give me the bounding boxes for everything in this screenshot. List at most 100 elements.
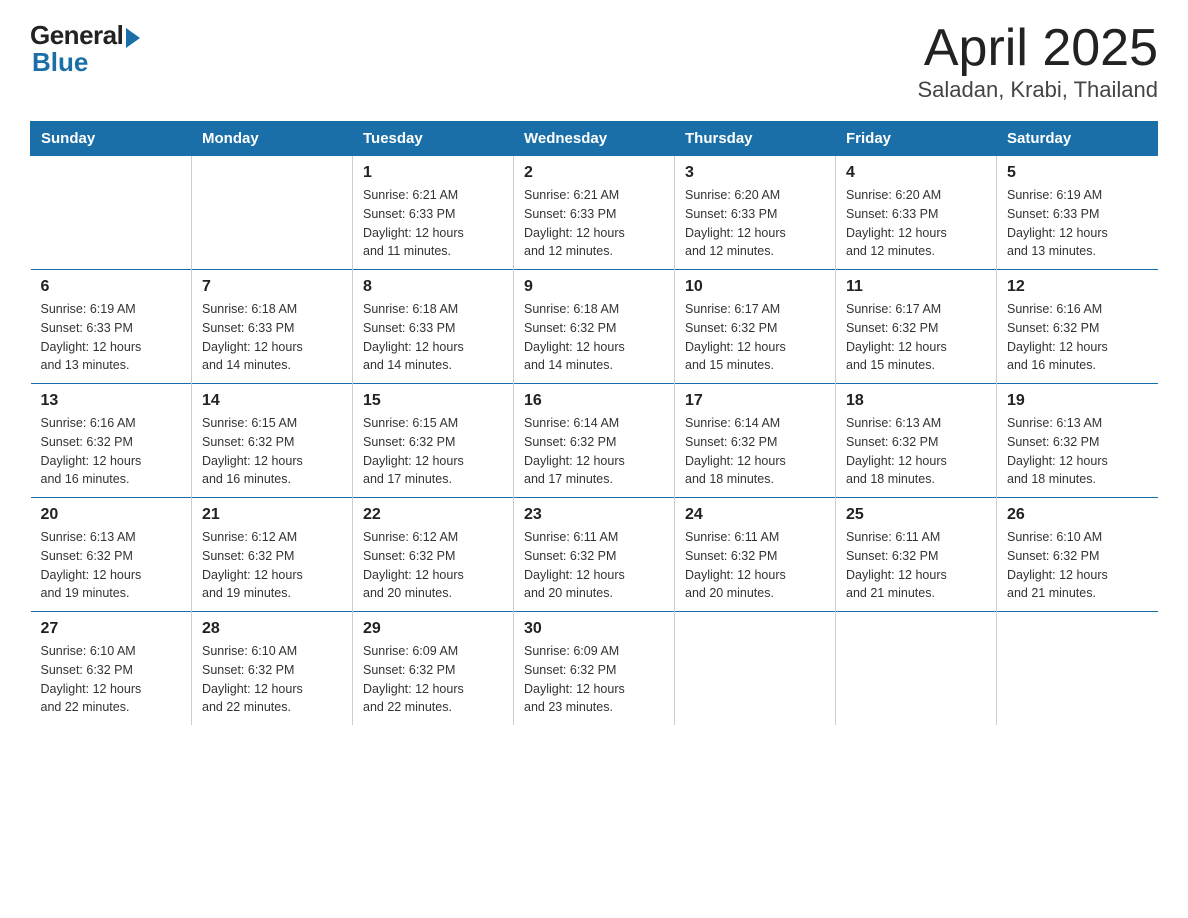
day-number: 2 <box>524 164 664 182</box>
day-detail: Sunrise: 6:19 AM Sunset: 6:33 PM Dayligh… <box>1007 186 1148 261</box>
day-detail: Sunrise: 6:18 AM Sunset: 6:33 PM Dayligh… <box>363 300 503 375</box>
day-detail: Sunrise: 6:12 AM Sunset: 6:32 PM Dayligh… <box>363 528 503 603</box>
day-number: 18 <box>846 392 986 410</box>
day-number: 21 <box>202 506 342 524</box>
day-number: 25 <box>846 506 986 524</box>
day-number: 26 <box>1007 506 1148 524</box>
calendar-cell: 23Sunrise: 6:11 AM Sunset: 6:32 PM Dayli… <box>514 498 675 612</box>
day-number: 27 <box>41 620 182 638</box>
calendar-cell: 18 Sunrise: 6:13 AM Sunset: 6:32 PM Dayli… <box>836 384 997 498</box>
calendar-cell: 2 Sunrise: 6:21 AM Sunset: 6:33 PM Daylig… <box>514 156 675 270</box>
calendar-cell: 6 Sunrise: 6:19 AM Sunset: 6:33 PM Daylig… <box>31 270 192 384</box>
day-number: 22 <box>363 506 503 524</box>
calendar-cell: 21 Sunrise: 6:12 AM Sunset: 6:32 PM Dayli… <box>192 498 353 612</box>
day-detail: Sunrise: 6:21 AM Sunset: 6:33 PM Dayligh… <box>363 186 503 261</box>
header-tuesday: Tuesday <box>353 122 514 156</box>
day-number: 10 <box>685 278 825 296</box>
calendar-cell: 8 Sunrise: 6:18 AM Sunset: 6:33 PM Daylig… <box>353 270 514 384</box>
day-detail: Sunrise: 6:13 AM Sunset: 6:32 PM Dayligh… <box>1007 414 1148 489</box>
day-detail: Sunrise: 6:09 AM Sunset: 6:32 PM Dayligh… <box>363 642 503 717</box>
day-detail: Sunrise: 6:14 AM Sunset: 6:32 PM Dayligh… <box>685 414 825 489</box>
day-detail: Sunrise: 6:12 AM Sunset: 6:32 PM Dayligh… <box>202 528 342 603</box>
day-detail: Sunrise: 6:19 AM Sunset: 6:33 PM Dayligh… <box>41 300 182 375</box>
header-monday: Monday <box>192 122 353 156</box>
calendar-cell: 11Sunrise: 6:17 AM Sunset: 6:32 PM Dayli… <box>836 270 997 384</box>
header-sunday: Sunday <box>31 122 192 156</box>
day-detail: Sunrise: 6:20 AM Sunset: 6:33 PM Dayligh… <box>846 186 986 261</box>
day-detail: Sunrise: 6:11 AM Sunset: 6:32 PM Dayligh… <box>846 528 986 603</box>
calendar-week-row: 1 Sunrise: 6:21 AM Sunset: 6:33 PM Daylig… <box>31 156 1158 270</box>
calendar-cell <box>192 156 353 270</box>
logo-blue-text: Blue <box>32 47 88 78</box>
calendar-cell: 14Sunrise: 6:15 AM Sunset: 6:32 PM Dayli… <box>192 384 353 498</box>
header-saturday: Saturday <box>997 122 1158 156</box>
calendar-cell: 12 Sunrise: 6:16 AM Sunset: 6:32 PM Dayli… <box>997 270 1158 384</box>
calendar-header: Sunday Monday Tuesday Wednesday Thursday… <box>31 122 1158 156</box>
header-friday: Friday <box>836 122 997 156</box>
day-number: 9 <box>524 278 664 296</box>
day-detail: Sunrise: 6:20 AM Sunset: 6:33 PM Dayligh… <box>685 186 825 261</box>
calendar-cell <box>997 612 1158 726</box>
day-detail: Sunrise: 6:16 AM Sunset: 6:32 PM Dayligh… <box>41 414 182 489</box>
logo: General Blue <box>30 20 140 78</box>
day-detail: Sunrise: 6:16 AM Sunset: 6:32 PM Dayligh… <box>1007 300 1148 375</box>
calendar-week-row: 6 Sunrise: 6:19 AM Sunset: 6:33 PM Daylig… <box>31 270 1158 384</box>
calendar-cell: 17Sunrise: 6:14 AM Sunset: 6:32 PM Dayli… <box>675 384 836 498</box>
day-detail: Sunrise: 6:13 AM Sunset: 6:32 PM Dayligh… <box>846 414 986 489</box>
day-number: 4 <box>846 164 986 182</box>
calendar-table: Sunday Monday Tuesday Wednesday Thursday… <box>30 121 1158 725</box>
calendar-cell: 30Sunrise: 6:09 AM Sunset: 6:32 PM Dayli… <box>514 612 675 726</box>
calendar-cell <box>675 612 836 726</box>
day-detail: Sunrise: 6:21 AM Sunset: 6:33 PM Dayligh… <box>524 186 664 261</box>
day-detail: Sunrise: 6:18 AM Sunset: 6:32 PM Dayligh… <box>524 300 664 375</box>
day-number: 29 <box>363 620 503 638</box>
day-detail: Sunrise: 6:15 AM Sunset: 6:32 PM Dayligh… <box>363 414 503 489</box>
calendar-cell: 7Sunrise: 6:18 AM Sunset: 6:33 PM Daylig… <box>192 270 353 384</box>
calendar-cell: 4 Sunrise: 6:20 AM Sunset: 6:33 PM Daylig… <box>836 156 997 270</box>
day-number: 20 <box>41 506 182 524</box>
day-number: 3 <box>685 164 825 182</box>
day-number: 1 <box>363 164 503 182</box>
day-detail: Sunrise: 6:10 AM Sunset: 6:32 PM Dayligh… <box>41 642 182 717</box>
header-wednesday: Wednesday <box>514 122 675 156</box>
day-number: 8 <box>363 278 503 296</box>
calendar-title: April 2025 <box>917 20 1158 77</box>
calendar-cell: 15 Sunrise: 6:15 AM Sunset: 6:32 PM Dayli… <box>353 384 514 498</box>
day-detail: Sunrise: 6:15 AM Sunset: 6:32 PM Dayligh… <box>202 414 342 489</box>
calendar-body: 1 Sunrise: 6:21 AM Sunset: 6:33 PM Daylig… <box>31 156 1158 726</box>
day-number: 15 <box>363 392 503 410</box>
day-number: 5 <box>1007 164 1148 182</box>
calendar-week-row: 20 Sunrise: 6:13 AM Sunset: 6:32 PM Dayli… <box>31 498 1158 612</box>
day-number: 24 <box>685 506 825 524</box>
day-number: 19 <box>1007 392 1148 410</box>
calendar-cell: 9 Sunrise: 6:18 AM Sunset: 6:32 PM Daylig… <box>514 270 675 384</box>
day-detail: Sunrise: 6:13 AM Sunset: 6:32 PM Dayligh… <box>41 528 182 603</box>
calendar-cell: 13 Sunrise: 6:16 AM Sunset: 6:32 PM Dayli… <box>31 384 192 498</box>
calendar-cell: 10Sunrise: 6:17 AM Sunset: 6:32 PM Dayli… <box>675 270 836 384</box>
day-number: 28 <box>202 620 342 638</box>
calendar-cell: 1 Sunrise: 6:21 AM Sunset: 6:33 PM Daylig… <box>353 156 514 270</box>
day-detail: Sunrise: 6:11 AM Sunset: 6:32 PM Dayligh… <box>685 528 825 603</box>
calendar-cell: 25 Sunrise: 6:11 AM Sunset: 6:32 PM Dayli… <box>836 498 997 612</box>
page-header: General Blue April 2025 Saladan, Krabi, … <box>30 20 1158 103</box>
calendar-title-block: April 2025 Saladan, Krabi, Thailand <box>917 20 1158 103</box>
calendar-cell: 16 Sunrise: 6:14 AM Sunset: 6:32 PM Dayli… <box>514 384 675 498</box>
day-detail: Sunrise: 6:17 AM Sunset: 6:32 PM Dayligh… <box>846 300 986 375</box>
day-number: 13 <box>41 392 182 410</box>
calendar-cell: 24 Sunrise: 6:11 AM Sunset: 6:32 PM Dayli… <box>675 498 836 612</box>
calendar-week-row: 13 Sunrise: 6:16 AM Sunset: 6:32 PM Dayli… <box>31 384 1158 498</box>
calendar-cell: 26 Sunrise: 6:10 AM Sunset: 6:32 PM Dayli… <box>997 498 1158 612</box>
calendar-cell <box>31 156 192 270</box>
day-detail: Sunrise: 6:10 AM Sunset: 6:32 PM Dayligh… <box>202 642 342 717</box>
day-number: 6 <box>41 278 182 296</box>
calendar-cell: 28 Sunrise: 6:10 AM Sunset: 6:32 PM Dayli… <box>192 612 353 726</box>
calendar-cell: 19 Sunrise: 6:13 AM Sunset: 6:32 PM Dayli… <box>997 384 1158 498</box>
day-number: 16 <box>524 392 664 410</box>
calendar-cell: 20 Sunrise: 6:13 AM Sunset: 6:32 PM Dayli… <box>31 498 192 612</box>
day-number: 12 <box>1007 278 1148 296</box>
logo-arrow-icon <box>126 28 140 48</box>
calendar-week-row: 27 Sunrise: 6:10 AM Sunset: 6:32 PM Dayli… <box>31 612 1158 726</box>
calendar-cell: 29 Sunrise: 6:09 AM Sunset: 6:32 PM Dayli… <box>353 612 514 726</box>
day-detail: Sunrise: 6:10 AM Sunset: 6:32 PM Dayligh… <box>1007 528 1148 603</box>
day-detail: Sunrise: 6:14 AM Sunset: 6:32 PM Dayligh… <box>524 414 664 489</box>
